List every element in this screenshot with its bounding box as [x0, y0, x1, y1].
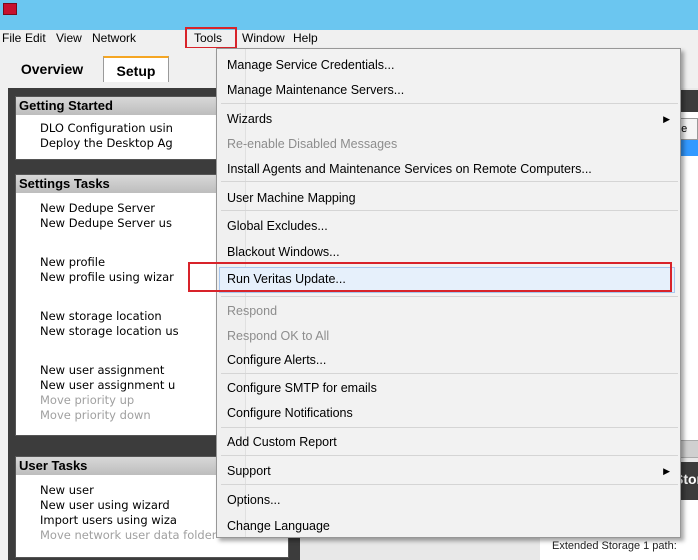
task-new-storage-location-wizard[interactable]: New storage location us: [40, 324, 179, 338]
menu-item-support[interactable]: Support: [227, 464, 271, 478]
submenu-arrow-icon: ▶: [663, 466, 670, 476]
task-move-priority-up: Move priority up: [40, 393, 135, 407]
menu-bar: File Edit View Network Tools Window Help: [0, 30, 698, 48]
menu-edit[interactable]: Edit: [25, 31, 46, 45]
tab-setup[interactable]: Setup: [103, 56, 169, 82]
menu-help[interactable]: Help: [293, 31, 318, 45]
menu-item-manage-maintenance-servers[interactable]: Manage Maintenance Servers...: [227, 83, 404, 97]
menu-item-install-agents[interactable]: Install Agents and Maintenance Services …: [227, 162, 592, 176]
menu-item-respond-ok-to-all: Respond OK to All: [227, 329, 330, 343]
run-veritas-update-highlight-box: [188, 262, 672, 292]
task-deploy-desktop-agent[interactable]: Deploy the Desktop Ag: [40, 136, 173, 150]
menu-separator: [221, 484, 678, 485]
title-bar: [0, 0, 698, 30]
menu-item-configure-notifications[interactable]: Configure Notifications: [227, 406, 353, 420]
menu-item-global-excludes[interactable]: Global Excludes...: [227, 219, 328, 233]
task-new-user[interactable]: New user: [40, 483, 94, 497]
submenu-arrow-icon: ▶: [663, 114, 670, 124]
grid-cell[interactable]: Extended Storage 1 path:: [552, 540, 677, 552]
menu-item-reenable-disabled-messages: Re-enable Disabled Messages: [227, 137, 398, 151]
task-new-user-assignment[interactable]: New user assignment: [40, 363, 164, 377]
menu-file[interactable]: File: [2, 31, 21, 45]
task-new-user-wizard[interactable]: New user using wizard: [40, 498, 170, 512]
task-new-user-assignment-wizard[interactable]: New user assignment u: [40, 378, 175, 392]
menu-item-change-language[interactable]: Change Language: [227, 519, 330, 533]
menu-item-user-machine-mapping[interactable]: User Machine Mapping: [227, 191, 356, 205]
menu-view[interactable]: View: [56, 31, 82, 45]
menu-item-options[interactable]: Options...: [227, 493, 281, 507]
task-new-profile[interactable]: New profile: [40, 255, 105, 269]
menu-separator: [221, 210, 678, 211]
task-new-storage-location[interactable]: New storage location: [40, 309, 162, 323]
tools-menu: Manage Service Credentials... Manage Mai…: [216, 48, 681, 538]
menu-item-manage-service-credentials[interactable]: Manage Service Credentials...: [227, 58, 394, 72]
menu-separator: [221, 296, 678, 297]
tools-highlight-box: [185, 27, 237, 49]
task-new-dedupe-server[interactable]: New Dedupe Server: [40, 201, 155, 215]
menu-item-wizards[interactable]: Wizards: [227, 112, 272, 126]
menu-item-respond: Respond: [227, 304, 278, 318]
menu-item-configure-alerts[interactable]: Configure Alerts...: [227, 353, 326, 367]
task-move-priority-down: Move priority down: [40, 408, 151, 422]
menu-separator: [221, 455, 678, 456]
task-move-network-user-data-folder: Move network user data folder: [40, 528, 217, 542]
task-new-profile-wizard[interactable]: New profile using wizar: [40, 270, 174, 284]
app-icon[interactable]: [3, 3, 17, 15]
menu-network[interactable]: Network: [92, 31, 136, 45]
menu-separator: [221, 103, 678, 104]
tab-overview[interactable]: Overview: [8, 56, 96, 82]
task-import-users-wizard[interactable]: Import users using wiza: [40, 513, 177, 527]
menu-item-blackout-windows[interactable]: Blackout Windows...: [227, 245, 340, 259]
task-dlo-configuration[interactable]: DLO Configuration usin: [40, 121, 173, 135]
menu-item-add-custom-report[interactable]: Add Custom Report: [227, 435, 337, 449]
menu-separator: [221, 427, 678, 428]
menu-window[interactable]: Window: [242, 31, 285, 45]
menu-separator: [221, 181, 678, 182]
menu-separator: [221, 373, 678, 374]
task-new-dedupe-server-wizard[interactable]: New Dedupe Server us: [40, 216, 172, 230]
menu-item-configure-smtp[interactable]: Configure SMTP for emails: [227, 381, 377, 395]
